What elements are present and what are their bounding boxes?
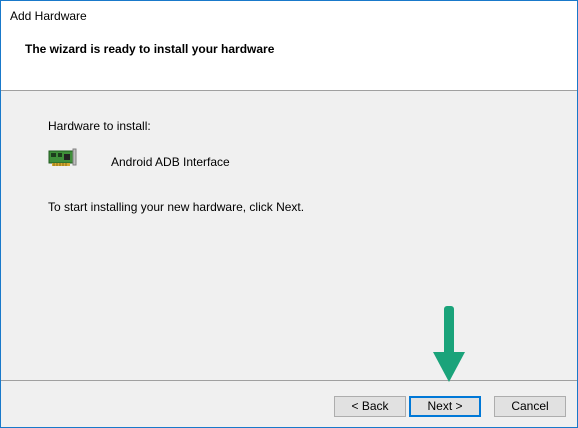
title-bar: Add Hardware: [1, 1, 577, 31]
footer-separator: [1, 380, 577, 381]
window-title: Add Hardware: [10, 9, 87, 23]
hardware-to-install-label: Hardware to install:: [48, 119, 151, 133]
wizard-content: Hardware to install: Android ADB Interfa…: [1, 91, 577, 380]
wizard-header: The wizard is ready to install your hard…: [1, 31, 577, 91]
wizard-header-title: The wizard is ready to install your hard…: [25, 42, 275, 56]
instruction-text: To start installing your new hardware, c…: [48, 200, 305, 214]
back-button[interactable]: < Back: [334, 396, 406, 417]
hardware-name: Android ADB Interface: [111, 155, 230, 169]
add-hardware-window: Add Hardware The wizard is ready to inst…: [0, 0, 578, 428]
cancel-button[interactable]: Cancel: [494, 396, 566, 417]
next-button[interactable]: Next >: [409, 396, 481, 417]
network-card-icon: [48, 147, 78, 169]
down-arrow-icon: [433, 306, 465, 382]
